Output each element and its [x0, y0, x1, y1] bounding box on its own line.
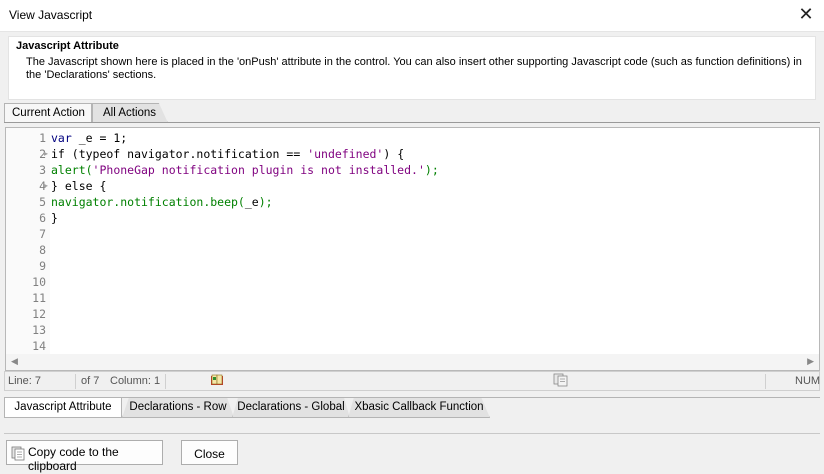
line-number: 4 [39, 179, 46, 193]
book-icon[interactable] [210, 373, 224, 390]
clipboard-icon [11, 445, 25, 464]
code-token: ); [424, 163, 439, 177]
code-token: 'undefined' [307, 147, 384, 161]
tab-xbasic-callback-function[interactable]: Xbasic Callback Function [348, 398, 490, 418]
code-line[interactable]: navigator.notification.beep(_e); [51, 194, 273, 210]
scroll-left-icon[interactable]: ◀ [11, 356, 18, 367]
info-panel: Javascript Attribute The Javascript show… [8, 36, 816, 100]
tab-current-action[interactable]: Current Action [4, 103, 92, 123]
tab-label: Xbasic Callback Function [354, 401, 484, 413]
code-editor[interactable]: 1 2 3 4 5 6 7 8 9 10 11 12 13 14 ▸ ▸ var… [5, 127, 820, 371]
tab-label: Declarations - Global [237, 401, 345, 413]
status-separator [165, 374, 166, 389]
status-separator [765, 374, 766, 389]
code-token: navigator.notification.beep( [51, 195, 245, 209]
line-number: 13 [32, 323, 46, 337]
code-token: if (typeof navigator.notification == [51, 147, 308, 161]
fold-marker-icon[interactable]: ▸ [44, 178, 48, 194]
line-number: 1 [39, 131, 46, 145]
info-heading: Javascript Attribute [16, 40, 119, 52]
line-number: 8 [39, 243, 46, 257]
close-icon[interactable]: ✕ [796, 4, 816, 24]
copy-button-label: Copy code to the clipboard [28, 445, 119, 473]
tab-label: All Actions [103, 107, 157, 119]
code-line[interactable]: alert('PhoneGap notification plugin is n… [51, 162, 439, 178]
code-token: alert( [51, 163, 93, 177]
tab-declarations-row[interactable]: Declarations - Row [122, 398, 234, 418]
tab-label: Current Action [12, 107, 85, 119]
line-number: 2 [39, 147, 46, 161]
line-number: 6 [39, 211, 46, 225]
tab-declarations-global[interactable]: Declarations - Global [232, 398, 350, 418]
title-bar: View Javascript ✕ [0, 0, 824, 32]
line-number: 5 [39, 195, 46, 209]
action-tabs: Current Action All Actions [4, 103, 820, 123]
status-line: Line: 7 [8, 375, 42, 387]
tab-javascript-attribute[interactable]: Javascript Attribute [4, 398, 122, 418]
line-number: 7 [39, 227, 46, 241]
close-button-label: Close [194, 447, 225, 461]
status-bar: Line: 7 of 7 Column: 1 NUM [4, 371, 820, 391]
code-line[interactable]: var _e = 1; [51, 130, 127, 146]
line-number: 12 [32, 307, 46, 321]
code-token: _e = 1; [71, 131, 128, 145]
line-number: 9 [39, 259, 46, 273]
status-line-count: of 7 [81, 375, 100, 387]
pages-icon[interactable] [553, 373, 569, 390]
line-number: 3 [39, 163, 46, 177]
tab-all-actions[interactable]: All Actions [92, 103, 168, 123]
horizontal-scrollbar[interactable]: ◀ ▶ [6, 354, 819, 370]
close-button[interactable]: Close [181, 440, 238, 465]
code-token: ) { [383, 147, 405, 161]
status-column: Column: 1 [110, 375, 161, 387]
code-token: ); [258, 195, 273, 209]
line-number: 14 [32, 339, 46, 353]
scroll-right-icon[interactable]: ▶ [807, 356, 814, 367]
tab-label: Javascript Attribute [14, 401, 112, 413]
section-tabs: Javascript Attribute Declarations - Row … [4, 397, 820, 418]
fold-marker-icon[interactable]: ▸ [44, 146, 48, 162]
code-token: } [51, 211, 58, 225]
status-separator [75, 374, 76, 389]
footer-divider [4, 433, 820, 434]
window-title: View Javascript [9, 8, 93, 22]
code-token: } else { [51, 179, 107, 193]
line-number: 10 [32, 275, 46, 289]
info-description: The Javascript shown here is placed in t… [26, 56, 802, 81]
line-number: 11 [32, 291, 46, 305]
status-num-lock: NUM [795, 375, 821, 387]
code-token: var [51, 131, 72, 145]
code-token: 'PhoneGap notification plugin is not ins… [92, 163, 425, 177]
code-line[interactable]: } else { [51, 178, 106, 194]
copy-to-clipboard-button[interactable]: Copy code to the clipboard [6, 440, 163, 473]
code-line[interactable]: } [51, 210, 58, 226]
tab-label: Declarations - Row [129, 401, 227, 413]
tab-divider [4, 122, 820, 123]
code-token: _e [244, 195, 259, 209]
line-number-gutter: 1 2 3 4 5 6 7 8 9 10 11 12 13 14 ▸ ▸ [6, 128, 50, 354]
code-line[interactable]: if (typeof navigator.notification == 'un… [51, 146, 404, 162]
